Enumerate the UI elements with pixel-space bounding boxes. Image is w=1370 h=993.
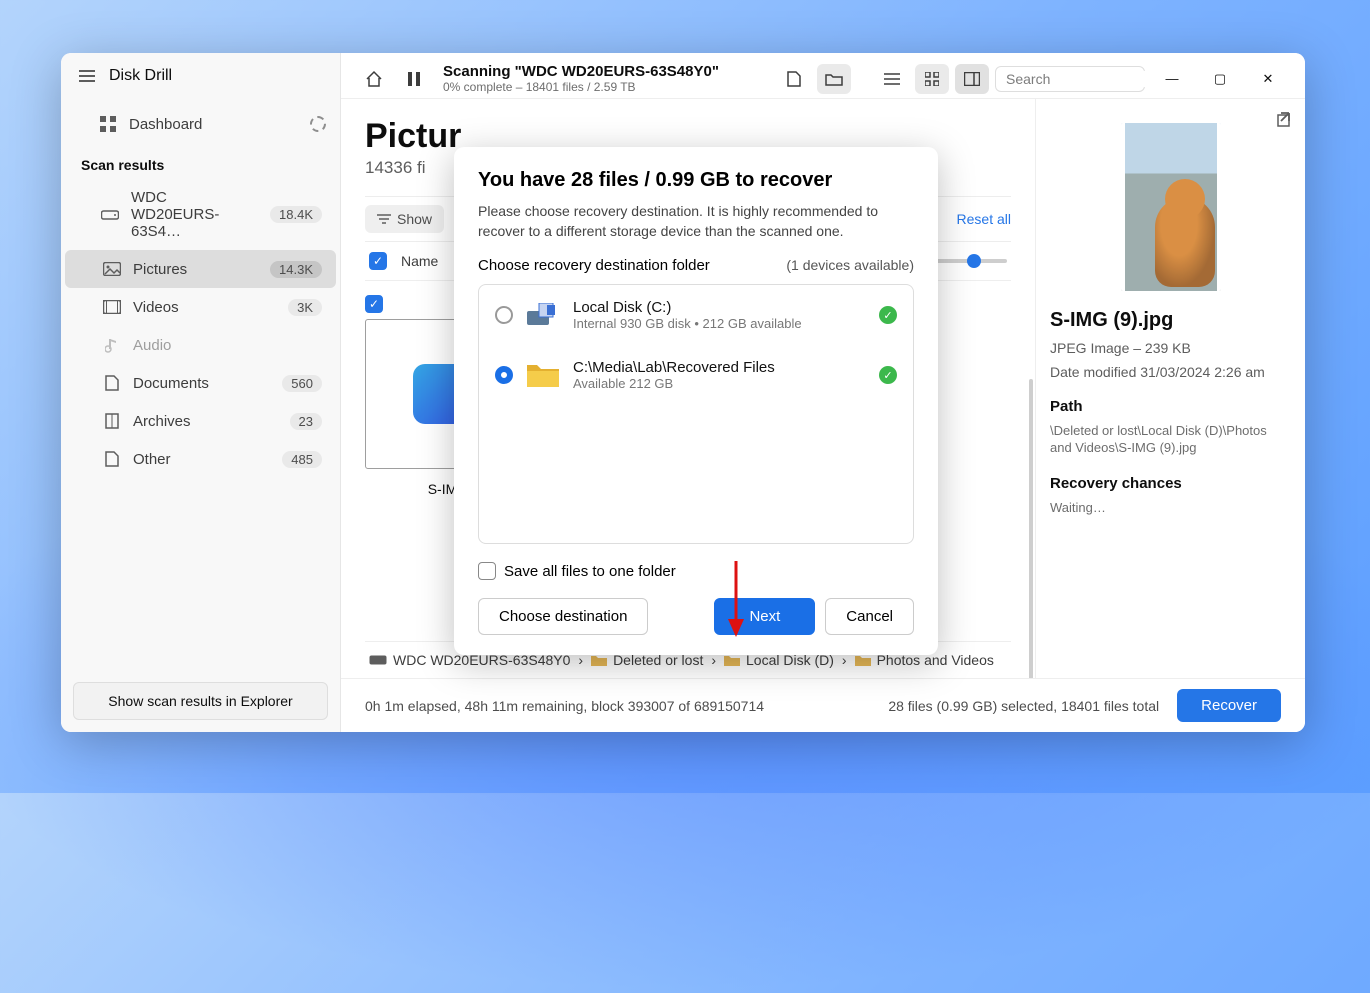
cancel-button[interactable]: Cancel: [825, 598, 914, 635]
devices-available-label: (1 devices available): [786, 257, 914, 274]
sidebar-item-documents[interactable]: Documents 560: [65, 364, 336, 402]
list-view-icon[interactable]: [875, 64, 909, 94]
status-left: 0h 1m elapsed, 48h 11m remaining, block …: [365, 698, 764, 714]
pause-icon[interactable]: [397, 64, 431, 94]
minimize-button[interactable]: —: [1151, 64, 1193, 94]
sidebar-dashboard[interactable]: Dashboard: [61, 105, 340, 143]
open-external-icon[interactable]: [1277, 109, 1295, 127]
folder-icon: [855, 654, 871, 666]
dashboard-icon: [99, 115, 117, 133]
name-column-header: Name: [401, 253, 438, 269]
grid-view-icon[interactable]: [915, 64, 949, 94]
folder-icon: [591, 654, 607, 666]
reset-all-button[interactable]: Reset all: [957, 211, 1011, 227]
modal-description: Please choose recovery destination. It i…: [478, 202, 914, 241]
drive-icon: [369, 655, 387, 665]
scan-status-sub: 0% complete – 18401 files / 2.59 TB: [443, 80, 719, 94]
folder-icon[interactable]: [817, 64, 851, 94]
preview-path-label: Path: [1050, 398, 1291, 415]
statusbar: 0h 1m elapsed, 48h 11m remaining, block …: [341, 678, 1305, 732]
maximize-button[interactable]: ▢: [1199, 64, 1241, 94]
sidebar: Disk Drill Dashboard Scan results WDC WD…: [61, 53, 341, 732]
radio-button[interactable]: [495, 306, 513, 324]
spinner-icon: [310, 116, 326, 132]
select-all-checkbox[interactable]: ✓: [369, 252, 387, 270]
file-name-label: S-IM: [428, 481, 458, 497]
titlebar: Scanning "WDC WD20EURS-63S48Y0" 0% compl…: [341, 53, 1305, 99]
other-icon: [103, 450, 121, 468]
scan-status-title: Scanning "WDC WD20EURS-63S48Y0": [443, 63, 719, 80]
filter-icon: [377, 214, 391, 224]
audio-icon: [103, 336, 121, 354]
status-right: 28 files (0.99 GB) selected, 18401 files…: [888, 698, 1159, 714]
file-checkbox[interactable]: ✓: [365, 295, 383, 313]
close-button[interactable]: ✕: [1247, 64, 1289, 94]
radio-button[interactable]: [495, 366, 513, 384]
show-filter[interactable]: Show: [365, 205, 444, 233]
preview-chances-label: Recovery chances: [1050, 475, 1291, 492]
archive-icon: [103, 412, 121, 430]
preview-path-value: \Deleted or lost\Local Disk (D)\Photos a…: [1050, 423, 1291, 457]
menu-icon[interactable]: [79, 70, 95, 82]
next-button[interactable]: Next: [714, 598, 815, 635]
sidebar-item-pictures[interactable]: Pictures 14.3K: [65, 250, 336, 288]
preview-image: [1121, 123, 1221, 291]
choose-destination-button[interactable]: Choose destination: [478, 598, 648, 635]
file-icon[interactable]: [777, 64, 811, 94]
preview-file-meta: JPEG Image – 239 KB: [1050, 340, 1291, 356]
image-icon: [103, 260, 121, 278]
home-icon[interactable]: [357, 64, 391, 94]
app-title: Disk Drill: [109, 67, 172, 85]
preview-file-name: S-IMG (9).jpg: [1050, 309, 1291, 332]
drive-icon: [101, 206, 119, 224]
app-window: Disk Drill Dashboard Scan results WDC WD…: [61, 53, 1305, 732]
panel-view-icon[interactable]: [955, 64, 989, 94]
choose-destination-label: Choose recovery destination folder: [478, 257, 710, 274]
check-icon: ✓: [879, 366, 897, 384]
document-icon: [103, 374, 121, 392]
folder-icon: [724, 654, 740, 666]
recovery-destination-modal: You have 28 files / 0.99 GB to recover P…: [454, 147, 938, 655]
folder-icon: [527, 363, 559, 387]
sidebar-item-archives[interactable]: Archives 23: [65, 402, 336, 440]
check-icon: ✓: [879, 306, 897, 324]
show-results-button[interactable]: Show scan results in Explorer: [73, 682, 328, 720]
disk-icon: [527, 303, 559, 327]
sidebar-item-audio[interactable]: Audio: [65, 326, 336, 364]
preview-date-modified: Date modified 31/03/2024 2:26 am: [1050, 364, 1291, 380]
destination-option-local-disk[interactable]: Local Disk (C:) Internal 930 GB disk • 2…: [479, 285, 913, 345]
sidebar-drive[interactable]: WDC WD20EURS-63S4… 18.4K: [65, 179, 336, 250]
video-icon: [103, 298, 121, 316]
search-box[interactable]: [995, 66, 1145, 92]
save-all-checkbox[interactable]: Save all files to one folder: [478, 562, 914, 580]
recover-button[interactable]: Recover: [1177, 689, 1281, 722]
sidebar-section-header: Scan results: [61, 143, 340, 179]
scrollbar[interactable]: [1029, 379, 1033, 678]
destination-option-folder[interactable]: C:\Media\Lab\Recovered Files Available 2…: [479, 345, 913, 405]
modal-title: You have 28 files / 0.99 GB to recover: [478, 169, 914, 192]
sidebar-item-other[interactable]: Other 485: [65, 440, 336, 478]
preview-panel: S-IMG (9).jpg JPEG Image – 239 KB Date m…: [1035, 99, 1305, 678]
sidebar-item-videos[interactable]: Videos 3K: [65, 288, 336, 326]
preview-chances-value: Waiting…: [1050, 500, 1291, 517]
